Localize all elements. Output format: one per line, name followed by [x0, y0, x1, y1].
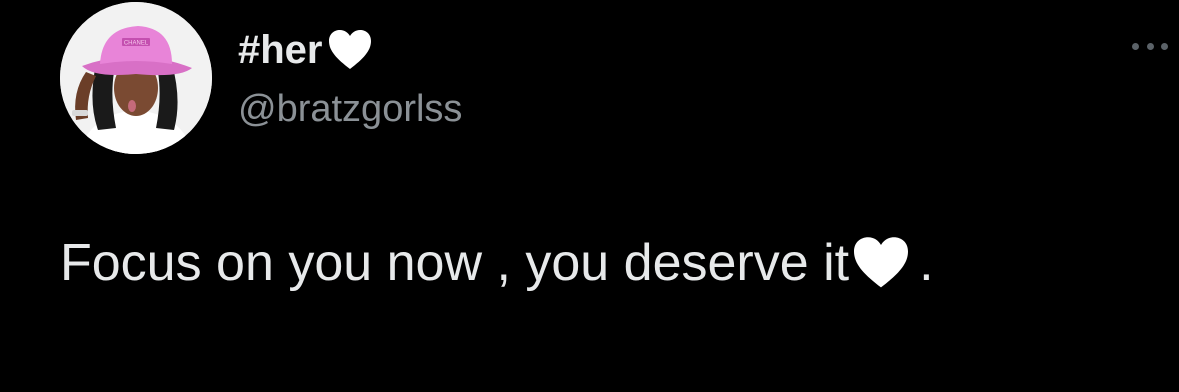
tweet-text: Focus on you now , you deserve it . — [60, 232, 934, 294]
avatar[interactable]: CHANEL — [60, 2, 212, 154]
display-name[interactable]: #her — [238, 26, 373, 74]
more-options-button[interactable] — [1132, 36, 1168, 56]
avatar-photo: CHANEL — [60, 2, 212, 154]
tweet-card: CHANEL #her @bratzgorlss Focus on you no… — [0, 0, 1179, 392]
more-options-dot — [1146, 42, 1154, 50]
tweet-text-body: Focus on you now , you deserve it — [60, 234, 850, 292]
display-name-text: #her — [238, 28, 323, 72]
more-options-icon — [1132, 42, 1139, 50]
white-heart-icon — [327, 29, 373, 71]
avatar-hat-text: CHANEL — [124, 41, 149, 47]
user-handle[interactable]: @bratzgorlss — [238, 86, 462, 132]
tweet-text-suffix: . — [919, 234, 934, 292]
white-heart-icon — [851, 236, 911, 290]
more-options-dot — [1161, 42, 1168, 50]
